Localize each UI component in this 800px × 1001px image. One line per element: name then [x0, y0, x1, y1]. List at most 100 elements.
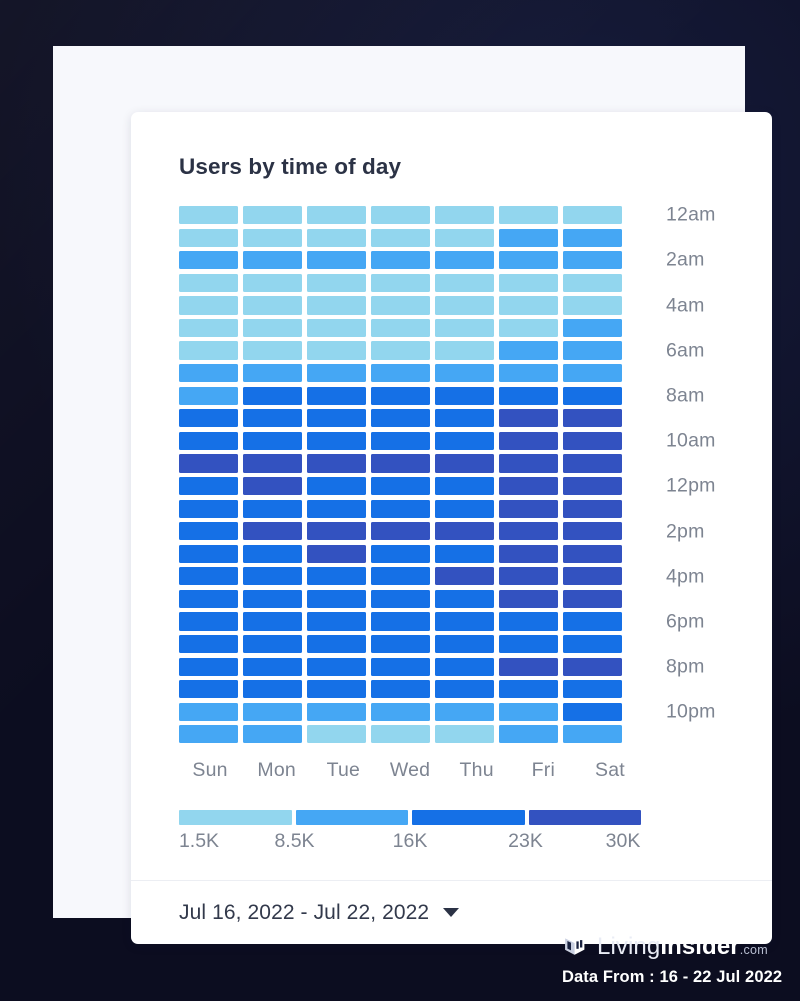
heatmap-cell[interactable]	[306, 499, 367, 518]
heatmap-cell[interactable]	[498, 589, 559, 609]
heatmap-cell[interactable]	[306, 386, 367, 405]
heatmap-cell[interactable]	[306, 364, 367, 383]
heatmap-cell[interactable]	[434, 499, 495, 518]
heatmap-cell[interactable]	[179, 296, 239, 315]
heatmap-cell[interactable]	[562, 454, 622, 473]
heatmap-cell[interactable]	[306, 251, 367, 270]
heatmap-cell[interactable]	[434, 544, 495, 563]
heatmap-cell[interactable]	[498, 206, 559, 225]
heatmap-cell[interactable]	[434, 273, 495, 292]
heatmap-cell[interactable]	[370, 612, 431, 631]
heatmap-cell[interactable]	[179, 612, 239, 631]
heatmap-cell[interactable]	[370, 251, 431, 270]
heatmap-cell[interactable]	[179, 702, 239, 721]
heatmap-cell[interactable]	[370, 228, 431, 247]
heatmap-cell[interactable]	[179, 544, 239, 563]
heatmap-cell[interactable]	[498, 544, 559, 563]
heatmap-cell[interactable]	[434, 612, 495, 631]
heatmap-cell[interactable]	[370, 341, 431, 360]
heatmap-cell[interactable]	[434, 680, 495, 699]
heatmap-cell[interactable]	[306, 228, 367, 247]
heatmap-cell[interactable]	[498, 657, 559, 676]
heatmap-cell[interactable]	[562, 567, 622, 586]
heatmap-cell[interactable]	[434, 341, 495, 360]
heatmap-cell[interactable]	[370, 409, 431, 428]
heatmap-cell[interactable]	[370, 318, 431, 338]
heatmap-cell[interactable]	[179, 341, 239, 360]
heatmap-cell[interactable]	[179, 657, 239, 676]
heatmap-cell[interactable]	[562, 296, 622, 315]
heatmap-cell[interactable]	[179, 364, 239, 383]
heatmap-cell[interactable]	[562, 725, 622, 744]
heatmap-cell[interactable]	[179, 206, 239, 225]
heatmap-cell[interactable]	[370, 364, 431, 383]
heatmap-cell[interactable]	[306, 431, 367, 450]
heatmap-cell[interactable]	[562, 589, 622, 609]
heatmap-cell[interactable]	[562, 341, 622, 360]
heatmap-cell[interactable]	[306, 409, 367, 428]
heatmap-cell[interactable]	[498, 522, 559, 541]
heatmap-cell[interactable]	[306, 206, 367, 225]
heatmap-cell[interactable]	[562, 544, 622, 563]
heatmap-cell[interactable]	[562, 206, 622, 225]
heatmap-cell[interactable]	[306, 612, 367, 631]
heatmap-cell[interactable]	[370, 657, 431, 676]
heatmap-cell[interactable]	[434, 589, 495, 609]
heatmap-cell[interactable]	[306, 589, 367, 609]
heatmap-cell[interactable]	[179, 634, 239, 654]
heatmap-cell[interactable]	[434, 296, 495, 315]
heatmap-cell[interactable]	[306, 522, 367, 541]
heatmap-cell[interactable]	[179, 567, 239, 586]
heatmap-cell[interactable]	[242, 589, 303, 609]
heatmap-cell[interactable]	[498, 725, 559, 744]
heatmap-cell[interactable]	[306, 544, 367, 563]
heatmap-cell[interactable]	[434, 567, 495, 586]
heatmap-cell[interactable]	[434, 431, 495, 450]
heatmap-cell[interactable]	[370, 567, 431, 586]
heatmap-cell[interactable]	[370, 431, 431, 450]
heatmap-cell[interactable]	[306, 634, 367, 654]
heatmap-cell[interactable]	[242, 499, 303, 518]
heatmap-cell[interactable]	[498, 612, 559, 631]
heatmap-cell[interactable]	[562, 431, 622, 450]
heatmap-cell[interactable]	[242, 680, 303, 699]
heatmap-cell[interactable]	[242, 386, 303, 405]
heatmap-cell[interactable]	[306, 296, 367, 315]
heatmap-cell[interactable]	[498, 318, 559, 338]
heatmap-cell[interactable]	[498, 634, 559, 654]
heatmap-cell[interactable]	[306, 725, 367, 744]
heatmap-cell[interactable]	[498, 364, 559, 383]
heatmap-cell[interactable]	[562, 702, 622, 721]
heatmap-cell[interactable]	[434, 318, 495, 338]
heatmap-cell[interactable]	[562, 251, 622, 270]
heatmap-cell[interactable]	[242, 251, 303, 270]
heatmap-cell[interactable]	[306, 341, 367, 360]
heatmap-cell[interactable]	[306, 273, 367, 292]
heatmap-cell[interactable]	[498, 341, 559, 360]
heatmap-cell[interactable]	[498, 680, 559, 699]
heatmap-cell[interactable]	[434, 409, 495, 428]
heatmap-cell[interactable]	[242, 296, 303, 315]
heatmap-cell[interactable]	[562, 386, 622, 405]
heatmap-cell[interactable]	[242, 725, 303, 744]
heatmap-cell[interactable]	[242, 206, 303, 225]
heatmap-cell[interactable]	[498, 431, 559, 450]
heatmap-cell[interactable]	[370, 589, 431, 609]
heatmap-cell[interactable]	[242, 228, 303, 247]
heatmap-cell[interactable]	[370, 386, 431, 405]
heatmap-cell[interactable]	[306, 657, 367, 676]
heatmap-cell[interactable]	[242, 273, 303, 292]
heatmap-cell[interactable]	[562, 409, 622, 428]
heatmap-cell[interactable]	[242, 431, 303, 450]
heatmap-cell[interactable]	[179, 476, 239, 496]
heatmap-cell[interactable]	[498, 454, 559, 473]
heatmap-cell[interactable]	[179, 251, 239, 270]
heatmap-cell[interactable]	[498, 567, 559, 586]
heatmap-cell[interactable]	[242, 364, 303, 383]
heatmap-cell[interactable]	[179, 589, 239, 609]
heatmap-cell[interactable]	[179, 522, 239, 541]
heatmap-cell[interactable]	[562, 634, 622, 654]
heatmap-cell[interactable]	[306, 318, 367, 338]
heatmap-cell[interactable]	[306, 680, 367, 699]
heatmap-cell[interactable]	[434, 206, 495, 225]
